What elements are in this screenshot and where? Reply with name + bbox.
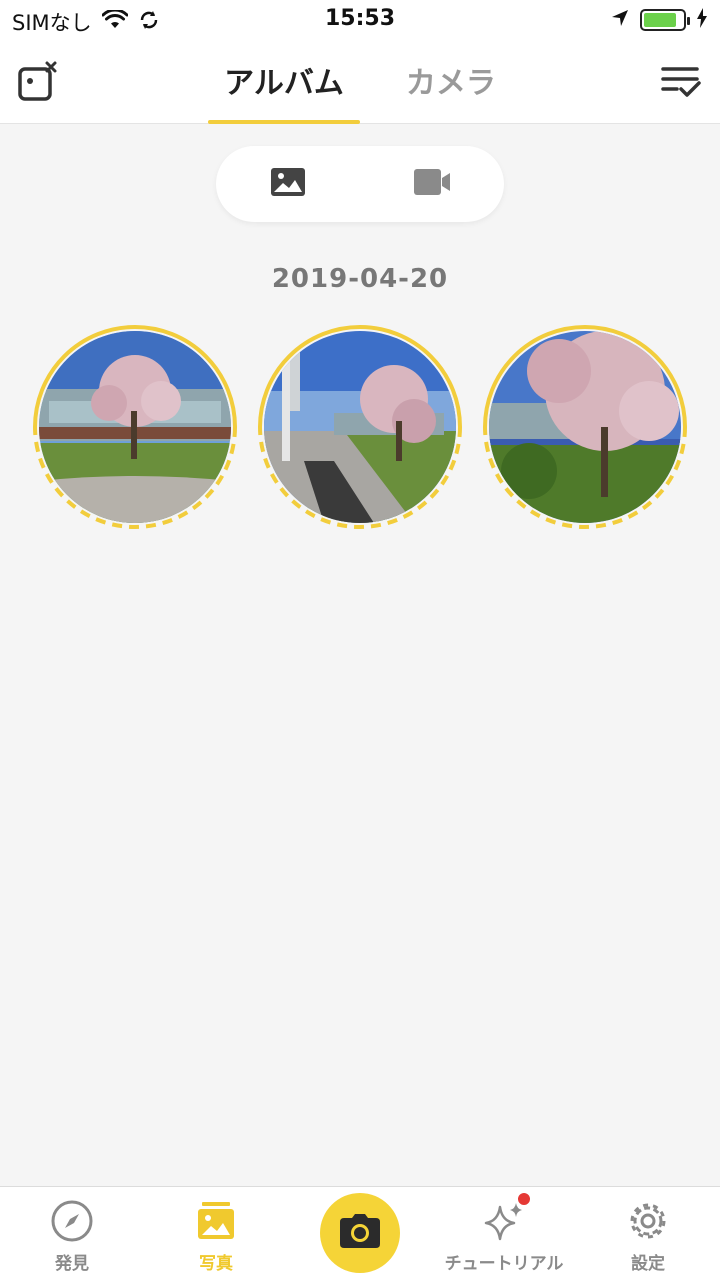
nav-label-photos: 写真 [199,1254,233,1274]
gear-icon [626,1199,670,1243]
camera-icon [340,1214,380,1252]
thumbnail-photo [489,331,681,523]
top-header: アルバム カメラ [0,40,720,124]
album-grid [0,322,720,536]
tab-album[interactable]: アルバム [208,40,360,124]
status-bar: SIMなし 15:53 [0,0,720,40]
compass-icon [50,1199,94,1243]
album-camera-tabs: アルバム カメラ [0,40,720,124]
album-thumbnail[interactable] [255,322,465,532]
select-checklist-icon[interactable] [656,56,706,106]
album-icon [194,1199,238,1243]
album-date-label: 2019-04-20 [271,264,449,294]
nav-label-tutorial: チュートリアル [444,1254,564,1274]
media-type-toggle [216,146,504,222]
battery-icon [640,9,690,31]
capture-camera-button[interactable] [320,1193,400,1273]
album-thumbnail[interactable] [30,322,240,532]
battery-level [644,13,677,27]
nav-item-discover[interactable]: 発見 [0,1199,144,1279]
video-filter-button[interactable] [360,146,504,222]
video-icon [413,167,451,201]
nav-item-settings[interactable]: 設定 [576,1199,720,1279]
tab-camera[interactable]: カメラ [390,40,512,124]
nav-item-photos[interactable]: 写真 [144,1199,288,1279]
charging-bolt-icon [696,8,708,32]
nav-item-tutorial[interactable]: チュートリアル [432,1191,576,1279]
nav-label-discover: 発見 [55,1254,89,1274]
photo-filter-button[interactable] [216,146,360,222]
photo-icon [270,167,306,201]
album-thumbnail[interactable] [480,322,690,532]
notification-badge [516,1191,532,1207]
sparkle-icon [482,1191,532,1243]
location-arrow-icon [610,8,630,32]
thumbnail-photo [39,331,231,523]
nav-label-settings: 設定 [631,1254,665,1274]
thumbnail-photo [264,331,456,523]
